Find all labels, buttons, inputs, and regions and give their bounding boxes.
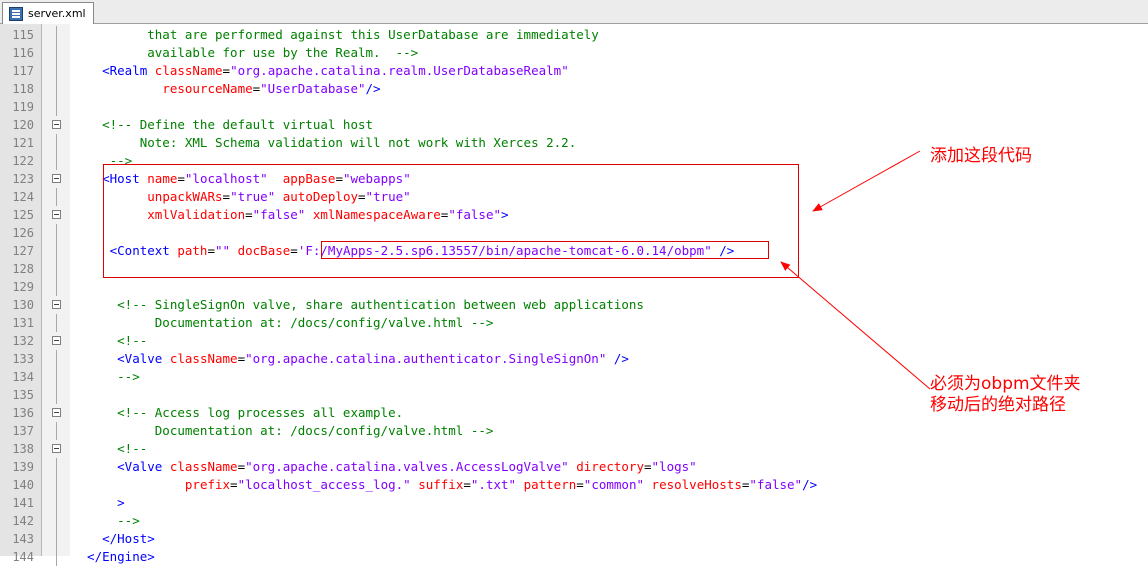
annotation-add-code: 添加这段代码 (930, 146, 1032, 166)
annotation-path-line2: 移动后的绝对路径 (930, 395, 1066, 415)
arrow-to-path (780, 261, 931, 390)
arrow-to-highlight-box (812, 150, 921, 212)
annotation-path-line1: 必须为obpm文件夹 (930, 374, 1081, 394)
annotation-arrows (780, 150, 931, 390)
